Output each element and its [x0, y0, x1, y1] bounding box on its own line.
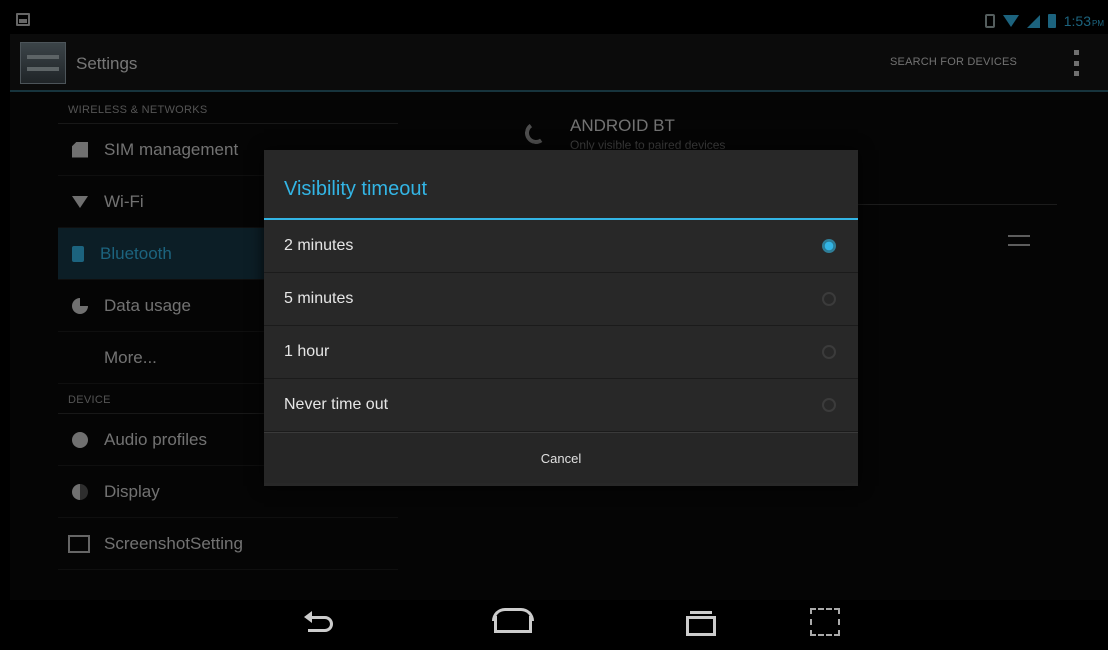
option-2-minutes[interactable]: 2 minutes: [264, 220, 858, 273]
radio-unselected-icon[interactable]: [822, 345, 836, 359]
visibility-timeout-dialog: Visibility timeout 2 minutes 5 minutes 1…: [264, 150, 858, 486]
option-label: 2 minutes: [284, 237, 354, 254]
back-icon[interactable]: [302, 608, 338, 636]
cancel-button[interactable]: Cancel: [264, 432, 858, 483]
radio-unselected-icon[interactable]: [822, 292, 836, 306]
radio-selected-icon[interactable]: [822, 239, 836, 253]
android-screen: 1:53 PM Settings SEARCH FOR DEVICES WIRE…: [10, 8, 1108, 644]
option-1-hour[interactable]: 1 hour: [264, 326, 858, 379]
option-never-time-out[interactable]: Never time out: [264, 379, 858, 432]
option-label: Never time out: [284, 396, 389, 413]
home-icon[interactable]: [492, 608, 534, 636]
option-5-minutes[interactable]: 5 minutes: [264, 273, 858, 326]
screenshot-capture-icon[interactable]: [810, 608, 840, 636]
option-label: 1 hour: [284, 343, 330, 360]
recent-apps-icon[interactable]: [680, 608, 716, 636]
navigation-bar: [10, 600, 1108, 644]
option-label: 5 minutes: [284, 290, 354, 307]
radio-unselected-icon[interactable]: [822, 398, 836, 412]
dialog-title: Visibility timeout: [264, 150, 858, 220]
